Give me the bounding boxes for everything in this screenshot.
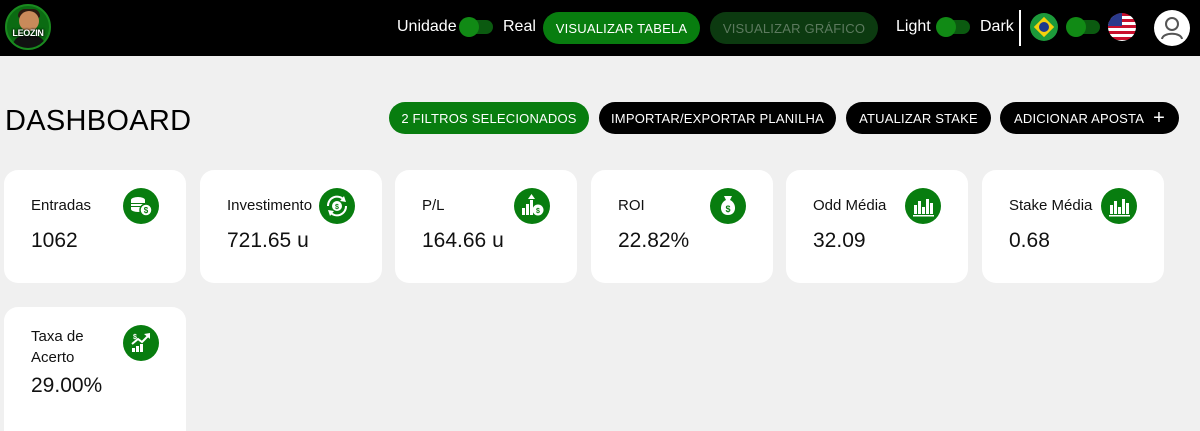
user-avatar-icon[interactable] xyxy=(1154,10,1190,46)
stat-label: ROI xyxy=(618,197,645,214)
unit-mode-toggle[interactable] xyxy=(459,17,493,37)
brazil-flag-icon[interactable] xyxy=(1030,13,1058,41)
add-bet-label: ADICIONAR APOSTA xyxy=(1014,110,1145,126)
svg-text:$: $ xyxy=(133,334,137,341)
stat-label: P/L xyxy=(422,197,445,214)
stat-value: 1062 xyxy=(31,229,78,252)
dark-label: Dark xyxy=(980,18,1014,35)
brazil-flag-globe xyxy=(1039,22,1049,32)
logo-body xyxy=(13,36,45,48)
coins-dollar-icon: $ xyxy=(123,188,159,224)
top-bar: LEOZIN Unidade Real VISUALIZAR TABELA VI… xyxy=(0,0,1200,56)
stat-value: 0.68 xyxy=(1009,229,1050,252)
import-export-button[interactable]: IMPORTAR/EXPORTAR PLANILHA xyxy=(599,102,836,134)
stat-card-taxa-de-acerto: Taxa de Acerto 29.00% $ xyxy=(4,307,186,431)
filters-button[interactable]: 2 FILTROS SELECIONADOS xyxy=(389,102,589,134)
stat-value: 32.09 xyxy=(813,229,866,252)
theme-toggle[interactable] xyxy=(936,17,970,37)
add-bet-button[interactable]: ADICIONAR APOSTA + xyxy=(1000,102,1179,134)
stat-card-stake-media: Stake Média 0.68 xyxy=(982,170,1164,283)
theme-toggle-knob xyxy=(936,17,956,37)
usa-flag-icon[interactable] xyxy=(1108,13,1136,41)
stat-label: Taxa de Acerto xyxy=(31,328,84,366)
stat-label: Entradas xyxy=(31,197,92,214)
brand-logo[interactable]: LEOZIN xyxy=(5,4,51,50)
svg-text:$: $ xyxy=(536,208,540,215)
unit-mode-toggle-knob xyxy=(459,17,479,37)
growth-coin-icon: $ xyxy=(514,188,550,224)
stat-label: Investimento xyxy=(227,197,313,214)
unidade-label: Unidade xyxy=(397,18,457,35)
logo-text: LEOZIN xyxy=(12,28,44,38)
page-title: DASHBOARD xyxy=(5,105,192,137)
plus-icon: + xyxy=(1153,107,1165,129)
stat-label: Odd Média xyxy=(813,197,887,214)
user-silhouette-icon xyxy=(1161,17,1183,40)
svg-text:$: $ xyxy=(335,204,339,211)
svg-text:$: $ xyxy=(144,206,149,215)
stat-label: Stake Média xyxy=(1009,197,1093,214)
language-toggle-knob xyxy=(1066,17,1086,37)
bar-chart-icon xyxy=(905,188,941,224)
bar-chart-icon xyxy=(1101,188,1137,224)
stat-value: 22.82% xyxy=(618,229,690,252)
view-table-button[interactable]: VISUALIZAR TABELA xyxy=(543,12,700,44)
stat-card-roi: ROI 22.82% $ xyxy=(591,170,773,283)
usa-flag-canton xyxy=(1108,13,1122,26)
real-label: Real xyxy=(503,18,536,35)
light-label: Light xyxy=(896,18,931,35)
stat-card-odd-media: Odd Média 32.09 xyxy=(786,170,968,283)
stat-value: 164.66 u xyxy=(422,229,504,252)
money-bag-icon: $ xyxy=(710,188,746,224)
view-chart-button[interactable]: VISUALIZAR GRÁFICO xyxy=(710,12,878,44)
update-stake-button[interactable]: ATUALIZAR STAKE xyxy=(846,102,991,134)
stat-value: 721.65 u xyxy=(227,229,309,252)
svg-text:$: $ xyxy=(725,204,730,214)
trend-up-icon: $ xyxy=(123,325,159,361)
stat-card-investimento: Investimento 721.65 u $ xyxy=(200,170,382,283)
topbar-divider xyxy=(1019,10,1021,46)
stat-card-pl: P/L 164.66 u $ xyxy=(395,170,577,283)
cycle-dollar-icon: $ xyxy=(319,188,355,224)
language-toggle[interactable] xyxy=(1066,17,1100,37)
stat-card-entradas: Entradas 1062 $ xyxy=(4,170,186,283)
stat-value: 29.00% xyxy=(31,374,103,397)
